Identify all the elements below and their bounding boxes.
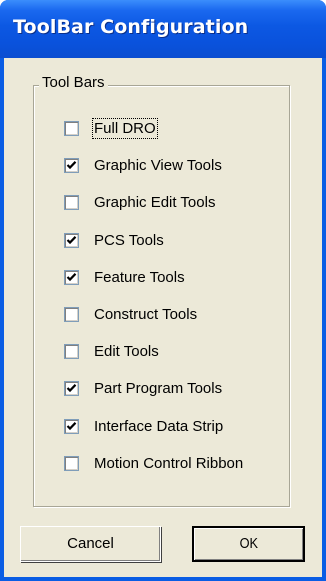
title-bar[interactable]: ToolBar Configuration	[0, 0, 326, 58]
checkbox[interactable]	[64, 121, 79, 136]
checkbox[interactable]	[64, 307, 79, 322]
checkbox[interactable]	[64, 456, 79, 471]
checkbox[interactable]	[64, 233, 79, 248]
checkbox-label: Feature Tools	[94, 269, 185, 286]
checkbox[interactable]	[64, 158, 79, 173]
ok-button-label: OK	[239, 535, 258, 552]
checkbox[interactable]	[64, 419, 79, 434]
ok-button[interactable]: OK	[192, 526, 305, 562]
checkbox-label: Graphic Edit Tools	[94, 194, 216, 211]
checkbox-label: Construct Tools	[94, 306, 198, 323]
check-mark-icon	[66, 422, 77, 431]
toolbars-groupbox	[33, 85, 290, 507]
check-mark-icon	[66, 384, 77, 393]
cancel-button-label: Cancel	[67, 535, 114, 552]
check-mark-icon	[66, 236, 77, 245]
check-mark-icon	[66, 273, 77, 282]
check-mark-icon	[66, 161, 77, 170]
checkbox[interactable]	[64, 195, 79, 210]
window-title: ToolBar Configuration	[13, 16, 249, 38]
checkbox[interactable]	[64, 270, 79, 285]
checkbox-label: Motion Control Ribbon	[94, 455, 244, 472]
checkbox[interactable]	[64, 344, 79, 359]
checkbox-label: Interface Data Strip	[94, 418, 224, 435]
cancel-button[interactable]: Cancel	[20, 526, 161, 562]
checkbox-label: Graphic View Tools	[94, 157, 222, 174]
checkbox[interactable]	[64, 381, 79, 396]
checkbox-label: PCS Tools	[94, 232, 164, 249]
checkbox-label: Edit Tools	[94, 343, 159, 360]
toolbars-group-label: Tool Bars	[39, 74, 108, 91]
checkbox-label: Full DRO	[92, 118, 158, 139]
checkbox-label: Part Program Tools	[94, 380, 223, 397]
